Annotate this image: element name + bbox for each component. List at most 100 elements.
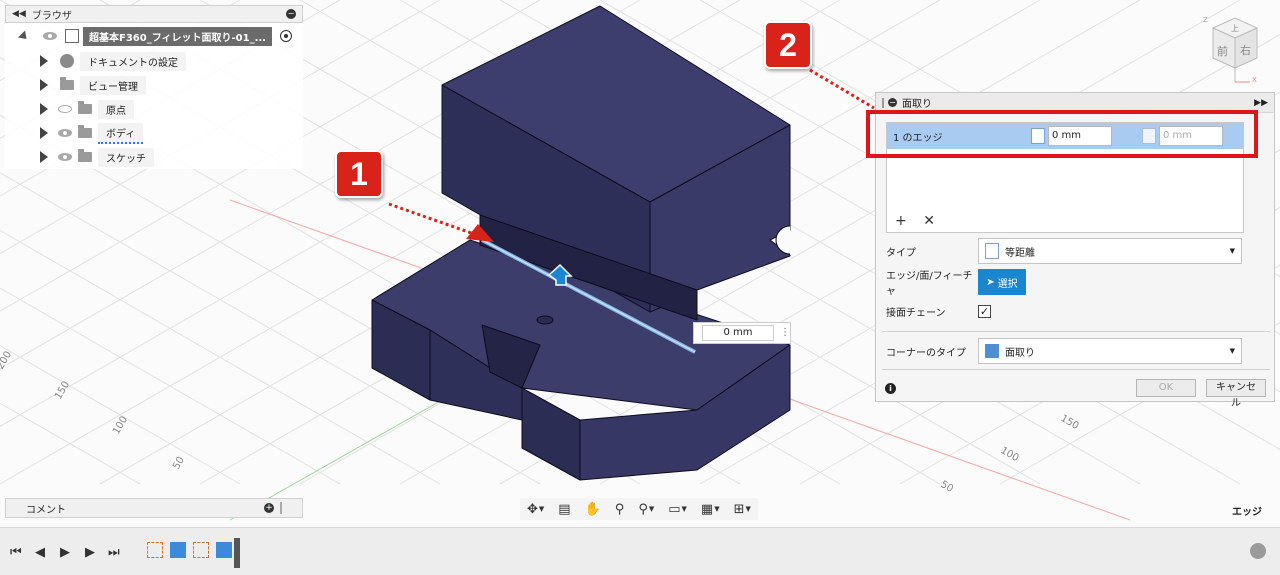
expand-dialog-icon[interactable]: ▶▶ <box>1254 98 1268 108</box>
browser-root-label: 超基本F360_フィレット面取り-01_... <box>83 26 272 46</box>
expand-icon[interactable] <box>40 127 48 139</box>
browser-item-origin[interactable]: 原点 <box>5 97 303 121</box>
gear-icon <box>60 54 74 68</box>
chevron-down-icon: ▼ <box>1229 347 1235 355</box>
browser-root-row[interactable]: 超基本F360_フィレット面取り-01_... <box>5 23 303 49</box>
chamfer-corner-icon <box>985 344 999 358</box>
visibility-eye-icon[interactable] <box>58 129 72 137</box>
type-select[interactable]: 等距離 ▼ <box>978 238 1242 264</box>
corner-type-row: コーナーのタイプ 面取り ▼ <box>886 338 1246 364</box>
browser-item-label: ドキュメントの設定 <box>80 51 186 71</box>
collapse-dialog-icon[interactable]: − <box>888 98 897 107</box>
hidden-eye-icon[interactable] <box>58 105 72 113</box>
viewcube-right-label: 右 <box>1240 43 1251 57</box>
browser-item-sketches[interactable]: スケッチ <box>5 145 303 169</box>
navigation-toolbar: ✥ ▼ ▤ ✋ ⚲ ⚲ ▼ ▭ ▼ ▦ ▼ ⊞ ▼ <box>520 498 758 520</box>
go-to-end-icon[interactable]: ⏭ <box>108 545 120 560</box>
chevron-down-icon: ▼ <box>681 505 687 513</box>
grid-icon: ▦ <box>700 501 714 517</box>
grid-settings-button[interactable]: ▦ ▼ <box>701 502 720 517</box>
extrude-feature-icon[interactable] <box>170 542 186 558</box>
viewports-icon: ⊞ <box>733 501 745 517</box>
visibility-eye-icon[interactable] <box>58 153 72 161</box>
zoom-window-icon: ⚲ <box>638 501 648 517</box>
look-at-icon: ▤ <box>558 501 571 517</box>
browser-header[interactable]: ◀◀ ブラウザ − <box>5 5 303 23</box>
activate-radio-icon[interactable] <box>279 30 292 42</box>
equal-distance-icon <box>985 243 999 259</box>
expand-icon[interactable] <box>40 103 48 115</box>
select-button[interactable]: ➤ 選択 <box>978 269 1026 295</box>
sketch-feature-icon[interactable] <box>147 542 163 558</box>
drag-handle-icon[interactable] <box>882 97 884 108</box>
corner-type-select[interactable]: 面取り ▼ <box>978 338 1242 364</box>
selection-status: エッジ <box>1232 507 1262 518</box>
component-icon <box>65 29 79 43</box>
orbit-button[interactable]: ✥ ▼ <box>527 502 544 517</box>
viewcube-front-label: 前 <box>1217 44 1228 58</box>
cancel-button[interactable]: キャンセル <box>1206 379 1266 409</box>
select-button-label: 選択 <box>997 278 1018 290</box>
type-row: タイプ 等距離 ▼ <box>886 238 1246 264</box>
viewcube-icon[interactable]: 上 前 右 Z X <box>1195 10 1265 85</box>
browser-minimize-icon[interactable]: − <box>286 9 296 19</box>
comment-panel[interactable]: コメント + <box>5 498 303 518</box>
orbit-icon: ✥ <box>527 501 538 517</box>
ok-button[interactable]: OK <box>1136 379 1196 397</box>
zoom-button[interactable]: ⚲ <box>615 502 625 517</box>
folder-icon <box>78 125 92 138</box>
timeline-marker-icon[interactable] <box>234 538 240 568</box>
edge-face-feature-row: エッジ/面/フィーチャ ➤ 選択 <box>886 267 1246 297</box>
panel-grip-icon[interactable] <box>280 502 282 514</box>
tangent-chain-checkbox[interactable]: ✓ <box>978 305 991 318</box>
more-options-icon[interactable]: ⋮ <box>780 328 790 338</box>
dialog-title: 面取り <box>902 99 932 110</box>
corner-type-label: コーナーのタイプ <box>886 347 966 359</box>
add-comment-icon[interactable]: + <box>264 503 274 513</box>
browser-item-view-manager[interactable]: ビュー管理 <box>5 73 303 97</box>
chamfer-distance-input[interactable]: 0 mm <box>702 325 774 341</box>
callout-2-arrow-line <box>809 68 875 110</box>
extrude-feature-icon[interactable] <box>216 542 232 558</box>
dialog-footer: i OK キャンセル <box>876 375 1274 409</box>
browser-item-label: ボディ <box>98 122 144 144</box>
step-forward-icon[interactable]: ▶ <box>85 545 95 560</box>
visibility-eye-icon[interactable] <box>43 32 57 40</box>
viewcube-z-label: Z <box>1203 16 1208 24</box>
add-icon[interactable]: + <box>895 213 907 229</box>
info-icon[interactable]: i <box>885 382 896 394</box>
type-label: タイプ <box>886 247 916 259</box>
pan-button[interactable]: ✋ <box>585 502 601 517</box>
chamfer-distance-field[interactable]: 0 mm ⋮ <box>693 322 791 344</box>
expand-icon[interactable] <box>40 79 48 91</box>
sketch-feature-icon[interactable] <box>193 542 209 558</box>
expand-root-icon[interactable] <box>17 29 31 43</box>
go-to-start-icon[interactable]: ⏮ <box>10 545 22 560</box>
svg-text:50: 50 <box>171 455 187 472</box>
viewcube[interactable]: 上 前 右 Z X <box>1195 10 1265 85</box>
collapse-left-icon[interactable]: ◀◀ <box>12 9 26 19</box>
viewcube-x-label: X <box>1252 76 1257 84</box>
hand-icon: ✋ <box>584 501 601 517</box>
step-back-icon[interactable]: ◀ <box>35 545 45 560</box>
timeline-settings-gear-icon[interactable] <box>1250 543 1266 559</box>
browser-item-label: 原点 <box>98 99 134 119</box>
canvas-viewport[interactable]: 200 150 100 50 150 100 50 0 mm ⋮ 上 前 右 Z… <box>0 0 1280 527</box>
callout-1: 1 <box>335 150 383 198</box>
tangent-chain-label: 接面チェーン <box>886 308 946 319</box>
browser-item-document-settings[interactable]: ドキュメントの設定 <box>5 49 303 73</box>
browser-item-bodies[interactable]: ボディ <box>5 121 303 145</box>
expand-icon[interactable] <box>40 151 48 163</box>
monitor-icon: ▭ <box>668 501 681 517</box>
display-settings-button[interactable]: ▭ ▼ <box>668 502 687 517</box>
viewports-button[interactable]: ⊞ ▼ <box>734 502 751 517</box>
expand-icon[interactable] <box>40 55 48 67</box>
fit-button[interactable]: ⚲ ▼ <box>638 502 654 517</box>
look-at-button[interactable]: ▤ <box>558 502 570 517</box>
remove-icon[interactable]: ✕ <box>923 213 935 229</box>
corner-type-value: 面取り <box>1005 347 1035 359</box>
folder-icon <box>60 77 74 90</box>
play-icon[interactable]: ▶ <box>60 545 70 560</box>
timeline-bar: ⏮ ◀ ▶ ▶ ⏭ <box>0 527 1280 575</box>
chevron-down-icon: ▼ <box>714 505 720 513</box>
